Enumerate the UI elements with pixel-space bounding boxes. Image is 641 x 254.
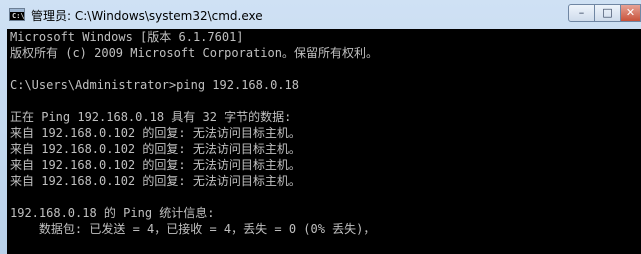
cmd-window: C:\ 管理员: C:\Windows\system32\cmd.exe – □… <box>0 0 641 254</box>
console-line-copyright: 版权所有 (c) 2009 Microsoft Corporation。保留所有… <box>10 46 378 60</box>
minimize-button[interactable]: – <box>568 4 595 22</box>
console-line-command: C:\Users\Administrator>ping 192.168.0.18 <box>10 78 299 92</box>
title-bar[interactable]: C:\ 管理员: C:\Windows\system32\cmd.exe – □… <box>0 0 641 29</box>
window-controls: – □ ✕ <box>568 4 641 24</box>
console-line-stats-header: 192.168.0.18 的 Ping 统计信息: <box>10 206 215 220</box>
maximize-icon: □ <box>602 6 613 19</box>
cmd-app-icon-text: C:\ <box>12 12 25 20</box>
console-line-reply: 来自 192.168.0.102 的回复: 无法访问目标主机。 <box>10 126 301 140</box>
maximize-button[interactable]: □ <box>595 4 621 22</box>
console-line-reply: 来自 192.168.0.102 的回复: 无法访问目标主机。 <box>10 142 301 156</box>
window-title: 管理员: C:\Windows\system32\cmd.exe <box>31 9 263 23</box>
close-button[interactable]: ✕ <box>621 4 641 22</box>
console-line-stats-packets: 数据包: 已发送 = 4，已接收 = 4，丢失 = 0 (0% 丢失)， <box>10 222 376 236</box>
close-icon: ✕ <box>625 6 636 19</box>
cmd-app-icon[interactable]: C:\ <box>9 8 25 21</box>
console-line-ping-start: 正在 Ping 192.168.0.18 具有 32 字节的数据: <box>10 110 292 124</box>
minimize-icon: – <box>578 6 585 19</box>
console-line-reply: 来自 192.168.0.102 的回复: 无法访问目标主机。 <box>10 158 301 172</box>
console-line-version: Microsoft Windows [版本 6.1.7601] <box>10 30 244 44</box>
console-line-reply: 来自 192.168.0.102 的回复: 无法访问目标主机。 <box>10 174 301 188</box>
console-output[interactable]: Microsoft Windows [版本 6.1.7601] 版权所有 (c)… <box>7 29 641 254</box>
